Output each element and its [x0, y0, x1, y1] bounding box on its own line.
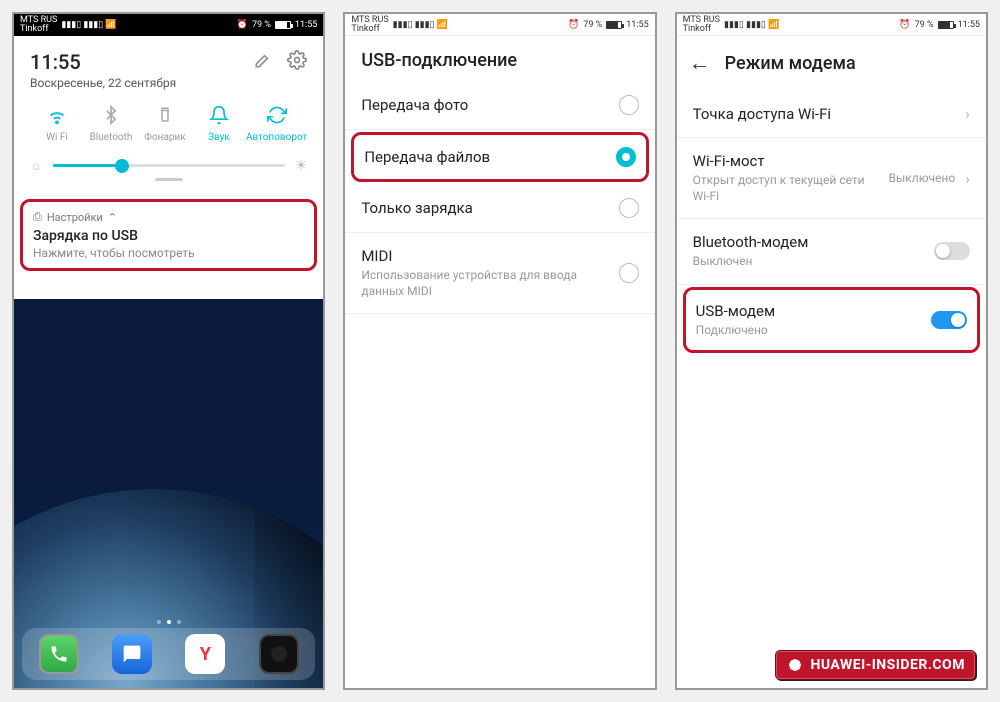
- toggle-off[interactable]: [934, 242, 970, 260]
- notification-subtitle: Нажмите, чтобы посмотреть: [33, 246, 304, 260]
- highlighted-option: Передача файлов: [351, 132, 648, 182]
- radio-off-icon: [619, 198, 639, 218]
- brightness-slider[interactable]: ☼ ☀: [30, 157, 307, 174]
- carrier-2: Tinkoff: [20, 25, 57, 34]
- highlighted-item: USB-модем Подключено: [683, 287, 980, 353]
- panel-date: Воскресенье, 22 сентября: [30, 76, 176, 90]
- page-dots: [157, 620, 181, 624]
- rotate-icon: [266, 104, 288, 126]
- usb-notification[interactable]: ⎙ Настройки ⌃ Зарядка по USB Нажмите, чт…: [20, 199, 317, 271]
- app-camera[interactable]: [259, 634, 299, 674]
- item-wifi-bridge[interactable]: Wi-Fi-мост Открыт доступ к текущей сети …: [677, 138, 986, 219]
- manage-notifications-link[interactable]: Управление уведомлениями: [20, 277, 317, 299]
- item-wifi-hotspot[interactable]: Точка доступа Wi-Fi ›: [677, 90, 986, 138]
- radio-off-icon: [619, 95, 639, 115]
- battery-icon: [275, 21, 291, 29]
- status-bar: MTS RUS Tinkoff ▮▮▮▯ ▮▮▮▯ 📶 ⏰ 79 % 11:55: [345, 14, 654, 36]
- quick-settings-panel: 11:55 Воскресенье, 22 сентября Wi Fi Blu…: [20, 42, 317, 189]
- toggle-on[interactable]: [931, 311, 967, 329]
- edit-icon[interactable]: [253, 50, 273, 70]
- qs-bluetooth[interactable]: Bluetooth: [84, 104, 138, 143]
- page-title: Режим модема: [725, 53, 856, 74]
- wallpaper: Y: [14, 299, 323, 688]
- page-title: USB-подключение: [345, 36, 654, 81]
- sun-low-icon: ☼: [30, 157, 43, 174]
- watermark: HUAWEI-INSIDER.COM: [775, 650, 976, 680]
- dock: Y: [22, 628, 315, 680]
- huawei-logo-icon: [786, 656, 804, 674]
- radio-on-icon: [616, 147, 636, 167]
- chevron-right-icon: ›: [965, 169, 970, 188]
- option-photo-transfer[interactable]: Передача фото: [345, 81, 654, 130]
- chevron-right-icon: ›: [965, 104, 970, 123]
- app-phone[interactable]: [39, 634, 79, 674]
- wifi-icon: [46, 104, 68, 126]
- signal-icon: ▮▮▮▯ ▮▮▮▯ 📶: [61, 20, 116, 30]
- gear-icon[interactable]: [287, 50, 307, 70]
- screen-1-notification-shade: MTS RUS Tinkoff ▮▮▮▯ ▮▮▮▯ 📶 ⏰ 79 % 11:55…: [12, 12, 325, 690]
- app-messages[interactable]: [112, 634, 152, 674]
- qs-flashlight[interactable]: Фонарик: [138, 104, 192, 143]
- item-usb-tether[interactable]: USB-модем Подключено: [686, 290, 977, 350]
- alarm-icon: ⏰: [237, 20, 248, 30]
- qs-wifi[interactable]: Wi Fi: [30, 104, 84, 143]
- panel-clock: 11:55: [30, 50, 176, 74]
- sun-high-icon: ☀: [295, 158, 308, 174]
- notification-title: Зарядка по USB: [33, 228, 304, 244]
- app-yandex[interactable]: Y: [185, 634, 225, 674]
- bluetooth-icon: [100, 104, 122, 126]
- option-file-transfer[interactable]: Передача файлов: [354, 135, 645, 179]
- clock: 11:55: [295, 20, 317, 30]
- item-bluetooth-tether[interactable]: Bluetooth-модем Выключен: [677, 219, 986, 284]
- screen-2-usb-connection: MTS RUS Tinkoff ▮▮▮▯ ▮▮▮▯ 📶 ⏰ 79 % 11:55…: [343, 12, 656, 690]
- usb-icon: ⎙: [33, 210, 42, 224]
- option-midi[interactable]: MIDI Использование устройства для ввода …: [345, 233, 654, 314]
- bell-icon: [208, 104, 230, 126]
- qs-autorotate[interactable]: Автоповорот: [246, 104, 307, 143]
- battery-pct: 79 %: [252, 20, 271, 30]
- signal-icon: ▮▮▮▯ ▮▮▮▯ 📶: [724, 20, 779, 30]
- screen-3-tethering: MTS RUS Tinkoff ▮▮▮▯ ▮▮▮▯ 📶 ⏰ 79 % 11:55…: [675, 12, 988, 690]
- battery-icon: [938, 21, 954, 29]
- radio-off-icon: [619, 263, 639, 283]
- back-arrow-icon[interactable]: ←: [689, 50, 711, 76]
- battery-icon: [606, 21, 622, 29]
- chevron-up-icon: ⌃: [108, 211, 117, 224]
- status-bar: MTS RUS Tinkoff ▮▮▮▯ ▮▮▮▯ 📶 ⏰ 79 % 11:55: [14, 14, 323, 36]
- option-charge-only[interactable]: Только зарядка: [345, 184, 654, 233]
- qs-sound[interactable]: Звук: [192, 104, 246, 143]
- status-bar: MTS RUS Tinkoff ▮▮▮▯ ▮▮▮▯ 📶 ⏰ 79 % 11:55: [677, 14, 986, 36]
- panel-handle[interactable]: [155, 178, 183, 181]
- flashlight-icon: [154, 104, 176, 126]
- signal-icon: ▮▮▮▯ ▮▮▮▯ 📶: [393, 20, 448, 30]
